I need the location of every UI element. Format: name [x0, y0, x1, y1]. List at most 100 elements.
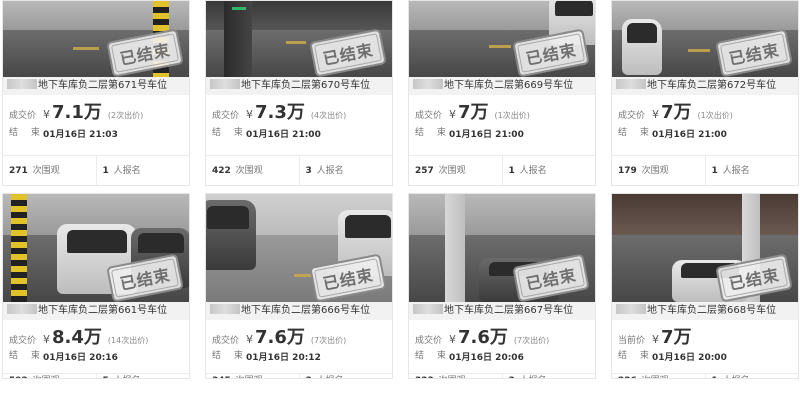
yen-symbol: ¥ [43, 108, 50, 121]
final-price: 7万 [661, 102, 692, 123]
end-time: 01月16日 21:03 [43, 129, 118, 140]
listing-title[interactable]: 地下车库负二层第666号车位 [206, 302, 392, 320]
end-time: 01月16日 21:00 [246, 129, 321, 140]
bid-count: (7次出价) [513, 336, 550, 345]
parking-photo[interactable]: 已结束 [3, 194, 189, 302]
final-price: 7.1万 [52, 102, 102, 123]
price-row: 当前价 ¥ 7万 [618, 326, 794, 348]
price-row: 成交价 ¥ 7.6万 (7次出价) [212, 326, 388, 348]
yen-symbol: ¥ [652, 108, 659, 121]
price-label: 成交价 [9, 111, 37, 121]
view-count: 592 次围观 [3, 374, 96, 378]
listing-card[interactable]: 已结束 地下车库负二层第661号车位 成交价 ¥ 8.4万 (14次出价) 结 … [2, 193, 190, 379]
listing-title[interactable]: 地下车库负二层第668号车位 [612, 302, 798, 320]
yen-symbol: ¥ [43, 333, 50, 346]
view-count: 345 次围观 [206, 374, 299, 378]
listing-title[interactable]: 地下车库负二层第667号车位 [409, 302, 595, 320]
parking-photo[interactable]: 已结束 [409, 1, 595, 77]
view-count: 323 次围观 [409, 374, 502, 378]
parking-photo[interactable]: 已结束 [206, 194, 392, 302]
end-time: 01月16日 20:16 [43, 352, 118, 363]
price-row: 成交价 ¥ 7.6万 (7次出价) [415, 326, 591, 348]
final-price: 8.4万 [52, 327, 102, 348]
view-count: 226 次围观 [612, 374, 705, 378]
signup-count: 3 人报名 [298, 156, 393, 185]
listing-card[interactable]: 已结束 地下车库负二层第671号车位 成交价 ¥ 7.1万 (2次出价) 结 束… [2, 0, 190, 186]
view-count: 271 次围观 [9, 166, 60, 176]
listing-card[interactable]: 已结束 地下车库负二层第667号车位 成交价 ¥ 7.6万 (7次出价) 结 束… [408, 193, 596, 379]
signup-count: 1 人报名 [704, 156, 799, 185]
end-label: 结 束 [618, 128, 654, 138]
end-row: 结 束 01月16日 20:12 [212, 350, 388, 363]
listing-title[interactable]: 地下车库负二层第670号车位 [206, 77, 392, 95]
listing-card[interactable]: 已结束 地下车库负二层第672号车位 成交价 ¥ 7万 (1次出价) 结 束 0… [611, 0, 799, 186]
current-price-label: 当前价 [618, 336, 646, 346]
end-label: 结 束 [618, 351, 654, 361]
end-time: 01月16日 20:06 [449, 352, 524, 363]
listing-card[interactable]: 已结束 地下车库负二层第666号车位 成交价 ¥ 7.6万 (7次出价) 结 束… [205, 193, 393, 379]
yen-symbol: ¥ [246, 108, 253, 121]
end-time: 01月16日 21:00 [652, 129, 727, 140]
card-footer: 226 次围观 1 人报名 [612, 373, 799, 378]
card-footer: 422 次围观 3 人报名 [206, 155, 392, 185]
final-price: 7.6万 [255, 327, 305, 348]
end-label: 结 束 [9, 351, 45, 361]
end-row: 结 束 01月16日 21:00 [415, 127, 591, 140]
listing-card[interactable]: 已结束 地下车库负二层第668号车位 当前价 ¥ 7万 结 束 01月16日 2… [611, 193, 799, 379]
view-count: 179 次围观 [618, 166, 669, 176]
end-row: 结 束 01月16日 20:00 [618, 350, 794, 363]
bid-count: (1次出价) [494, 111, 530, 120]
bid-count: (2次出价) [107, 111, 144, 120]
listing-grid: 已结束 地下车库负二层第671号车位 成交价 ¥ 7.1万 (2次出价) 结 束… [0, 0, 800, 407]
price-row: 成交价 ¥ 7.3万 (4次出价) [212, 101, 388, 123]
signup-count: 5 人报名 [95, 374, 190, 378]
bid-count: (14次出价) [107, 336, 149, 345]
price-row: 成交价 ¥ 7万 (1次出价) [415, 101, 591, 123]
end-row: 结 束 01月16日 20:06 [415, 350, 591, 363]
end-row: 结 束 01月16日 21:03 [9, 127, 185, 140]
parking-photo[interactable]: 已结束 [3, 1, 189, 77]
end-row: 结 束 01月16日 20:16 [9, 350, 185, 363]
price-label: 成交价 [618, 111, 646, 121]
card-footer: 592 次围观 5 人报名 [3, 373, 190, 378]
listing-title[interactable]: 地下车库负二层第672号车位 [612, 77, 798, 95]
final-price: 7万 [661, 327, 692, 348]
end-label: 结 束 [212, 128, 248, 138]
price-label: 成交价 [9, 336, 37, 346]
signup-count: 1 人报名 [501, 156, 596, 185]
card-footer: 271 次围观 1 人报名 [3, 155, 189, 185]
price-label: 成交价 [212, 336, 240, 346]
end-label: 结 束 [415, 351, 451, 361]
final-price: 7.6万 [458, 327, 508, 348]
card-footer: 323 次围观 3 人报名 [409, 373, 596, 378]
end-time: 01月16日 20:00 [652, 352, 727, 363]
listing-card[interactable]: 已结束 地下车库负二层第670号车位 成交价 ¥ 7.3万 (4次出价) 结 束… [205, 0, 393, 186]
end-row: 结 束 01月16日 21:00 [618, 127, 794, 140]
listing-title[interactable]: 地下车库负二层第661号车位 [3, 302, 189, 320]
price-label: 成交价 [415, 111, 443, 121]
bid-count: (7次出价) [310, 336, 347, 345]
end-label: 结 束 [9, 128, 45, 138]
listing-title[interactable]: 地下车库负二层第669号车位 [409, 77, 595, 95]
parking-photo[interactable]: 已结束 [612, 1, 798, 77]
parking-photo[interactable]: 已结束 [409, 194, 595, 302]
end-time: 01月16日 20:12 [246, 352, 321, 363]
end-time: 01月16日 21:00 [449, 129, 524, 140]
price-row: 成交价 ¥ 7.1万 (2次出价) [9, 101, 185, 123]
end-label: 结 束 [212, 351, 248, 361]
listing-card[interactable]: 已结束 地下车库负二层第669号车位 成交价 ¥ 7万 (1次出价) 结 束 0… [408, 0, 596, 186]
parking-photo[interactable]: 已结束 [206, 1, 392, 77]
signup-count: 1 人报名 [704, 374, 799, 378]
parking-photo[interactable]: 已结束 [612, 194, 798, 302]
signup-count: 1 人报名 [95, 156, 190, 185]
card-footer: 345 次围观 3 人报名 [206, 373, 392, 378]
yen-symbol: ¥ [449, 333, 456, 346]
final-price: 7万 [458, 102, 489, 123]
price-label: 成交价 [212, 111, 240, 121]
card-footer: 257 次围观 1 人报名 [409, 155, 595, 185]
listing-title[interactable]: 地下车库负二层第671号车位 [3, 77, 189, 95]
yen-symbol: ¥ [246, 333, 253, 346]
signup-count: 3 人报名 [501, 374, 596, 378]
price-row: 成交价 ¥ 8.4万 (14次出价) [9, 326, 185, 348]
yen-symbol: ¥ [652, 333, 659, 346]
